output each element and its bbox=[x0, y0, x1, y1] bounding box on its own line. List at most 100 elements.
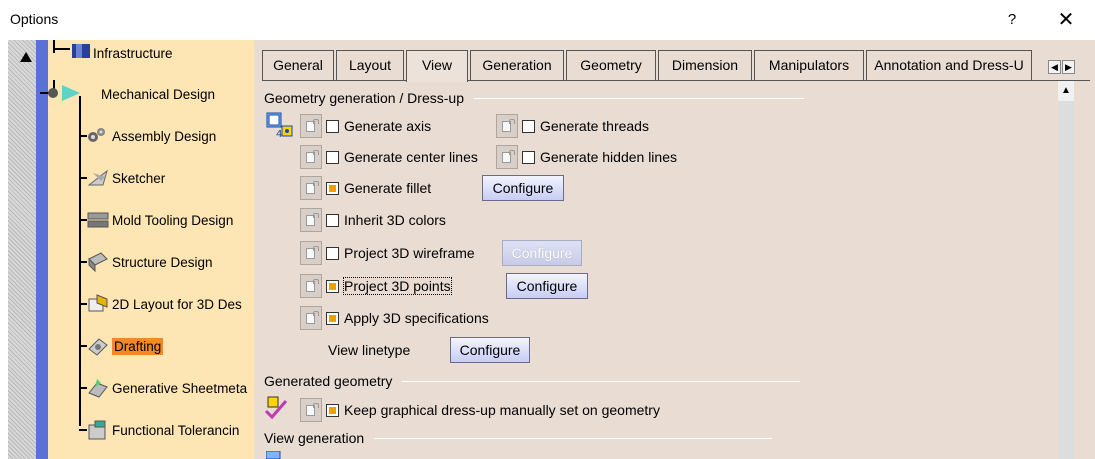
configure-points-button[interactable]: Configure bbox=[506, 273, 588, 299]
tree-item-assembly-design[interactable]: Assembly Design bbox=[79, 125, 216, 147]
mechanical-design-icon bbox=[40, 85, 80, 101]
tab-view[interactable]: View bbox=[406, 50, 468, 82]
generate-center-lines-checkbox[interactable] bbox=[326, 150, 339, 164]
lock-button[interactable] bbox=[496, 114, 518, 138]
tree-item-structure-design[interactable]: Structure Design bbox=[79, 251, 213, 273]
option-label: View linetype bbox=[328, 342, 411, 358]
lock-button[interactable] bbox=[300, 176, 322, 200]
tree-item-label: Mold Tooling Design bbox=[112, 212, 234, 228]
section-title: Generated geometry bbox=[264, 373, 393, 389]
option-inherit-3d-colors: Inherit 3D colors bbox=[300, 207, 446, 233]
generate-threads-checkbox[interactable] bbox=[522, 119, 535, 133]
option-project-3d-wireframe: Project 3D wireframe bbox=[300, 240, 475, 266]
option-label: Keep graphical dress-up manually set on … bbox=[344, 402, 660, 418]
section-title: View generation bbox=[264, 430, 365, 446]
lock-button[interactable] bbox=[300, 241, 322, 265]
tab-layout[interactable]: Layout bbox=[336, 50, 404, 80]
window-title: Options bbox=[10, 11, 59, 27]
title-bar: Options ? ✕ bbox=[0, 0, 1095, 40]
project-3d-points-checkbox[interactable] bbox=[326, 279, 339, 293]
project-3d-wireframe-checkbox[interactable] bbox=[326, 246, 339, 260]
option-label: Inherit 3D colors bbox=[344, 212, 446, 228]
sketcher-icon bbox=[79, 169, 108, 186]
apply-3d-specifications-checkbox[interactable] bbox=[326, 311, 339, 325]
generative-sheetmetal-icon bbox=[79, 379, 108, 398]
configure-fillet-button[interactable]: Configure bbox=[482, 175, 564, 201]
tab-manipulators[interactable]: Manipulators bbox=[754, 50, 864, 80]
drafting-icon bbox=[79, 338, 108, 356]
tab-underline bbox=[262, 80, 1090, 81]
options-tree: Infrastructure Mechanical Design Assembl… bbox=[8, 40, 254, 459]
tree-item-functional-tolerancing[interactable]: Functional Tolerancin bbox=[79, 419, 239, 441]
keep-graphical-dressup-checkbox[interactable] bbox=[326, 403, 339, 417]
option-label: Generate center lines bbox=[344, 149, 478, 165]
tab-general[interactable]: General bbox=[262, 50, 334, 80]
assembly-design-icon bbox=[79, 128, 105, 142]
tree-item-label: Generative Sheetmeta bbox=[112, 380, 248, 396]
option-label: Generate hidden lines bbox=[540, 149, 677, 165]
tree-item-label: Sketcher bbox=[112, 170, 166, 186]
tree-item-label: Drafting bbox=[112, 337, 164, 355]
inherit-3d-colors-checkbox[interactable] bbox=[326, 213, 339, 227]
tree-item-label: Infrastructure bbox=[93, 45, 173, 61]
option-generate-hidden-lines: Generate hidden lines bbox=[496, 144, 677, 170]
lock-button[interactable] bbox=[300, 274, 322, 298]
tab-scroll-right-icon[interactable]: ▶ bbox=[1062, 60, 1075, 74]
section-generated-geometry: Generated geometry bbox=[264, 373, 801, 389]
tree-item-generative-sheetmetal[interactable]: Generative Sheetmeta bbox=[79, 377, 247, 399]
option-label: Apply 3D specifications bbox=[344, 310, 489, 326]
tree-item-drafting[interactable]: Drafting bbox=[79, 335, 164, 357]
lock-button[interactable] bbox=[496, 145, 518, 169]
lock-button[interactable] bbox=[300, 114, 322, 138]
tab-annotation[interactable]: Annotation and Dress-U bbox=[866, 50, 1032, 80]
option-label: Project 3D points bbox=[343, 277, 452, 295]
tree-item-label: Mechanical Design bbox=[101, 86, 216, 102]
lock-button[interactable] bbox=[300, 145, 322, 169]
generate-fillet-checkbox[interactable] bbox=[326, 181, 339, 195]
tree-item-mechanical-design[interactable]: Mechanical Design bbox=[40, 83, 215, 105]
tree-scroll-up-icon[interactable] bbox=[20, 52, 32, 62]
option-label: Project 3D wireframe bbox=[344, 245, 475, 261]
lock-button[interactable] bbox=[300, 208, 322, 232]
option-label: Generate fillet bbox=[344, 180, 432, 196]
tab-scroll-left-icon[interactable]: ◀ bbox=[1048, 60, 1061, 74]
scroll-up-icon[interactable]: ▲ bbox=[1058, 81, 1074, 101]
option-project-3d-points: Project 3D points bbox=[300, 273, 452, 299]
tree-item-mold-tooling-design[interactable]: Mold Tooling Design bbox=[79, 209, 233, 231]
tree-item-label: Functional Tolerancin bbox=[112, 422, 240, 438]
tree-item-2d-layout[interactable]: 2D Layout for 3D Des bbox=[79, 293, 242, 315]
option-view-linetype: View linetype bbox=[328, 337, 410, 363]
section-view-generation: View generation bbox=[264, 430, 773, 446]
tab-dimension[interactable]: Dimension bbox=[658, 50, 752, 80]
option-generate-axis: Generate axis bbox=[300, 113, 431, 139]
dressup-pen-icon bbox=[264, 396, 288, 420]
tree-item-infrastructure[interactable]: Infrastructure bbox=[48, 42, 173, 64]
view-generation-icon bbox=[266, 451, 281, 459]
option-generate-threads: Generate threads bbox=[496, 113, 649, 139]
option-apply-3d-specifications: Apply 3D specifications bbox=[300, 305, 489, 331]
functional-tolerancing-icon bbox=[79, 420, 106, 440]
tab-generation[interactable]: Generation bbox=[470, 50, 564, 80]
tree-item-sketcher[interactable]: Sketcher bbox=[79, 167, 165, 189]
option-label: Generate axis bbox=[344, 118, 432, 134]
options-panel: General Layout View Generation Geometry … bbox=[254, 40, 1095, 459]
configure-linetype-button[interactable]: Configure bbox=[450, 337, 530, 363]
tree-item-label: Assembly Design bbox=[112, 128, 217, 144]
tree-item-label: 2D Layout for 3D Des bbox=[112, 296, 242, 312]
lock-button[interactable] bbox=[300, 306, 322, 330]
mold-tooling-icon bbox=[79, 212, 109, 228]
structure-design-icon bbox=[79, 252, 108, 273]
section-title: Geometry generation / Dress-up bbox=[264, 90, 464, 106]
tree-item-label: Structure Design bbox=[112, 254, 213, 270]
panel-scrollbar[interactable]: ▲ bbox=[1058, 81, 1074, 459]
generate-axis-checkbox[interactable] bbox=[326, 119, 339, 133]
configure-wireframe-button[interactable]: Configure bbox=[502, 240, 582, 266]
lock-button[interactable] bbox=[300, 398, 322, 422]
option-label: Generate threads bbox=[540, 118, 649, 134]
close-button[interactable]: ✕ bbox=[1054, 8, 1078, 32]
tab-geometry[interactable]: Geometry bbox=[566, 50, 656, 80]
tree-left-margin bbox=[8, 40, 38, 459]
generate-hidden-lines-checkbox[interactable] bbox=[522, 150, 535, 164]
help-button[interactable]: ? bbox=[1000, 8, 1024, 32]
section-geometry-generation: Geometry generation / Dress-up bbox=[264, 90, 804, 106]
